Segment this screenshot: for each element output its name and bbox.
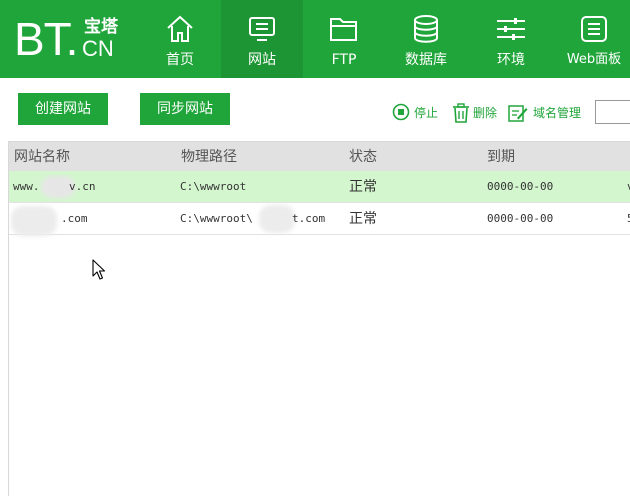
- logo-bottom-text: CN: [82, 36, 114, 61]
- nav-item-ftp[interactable]: FTP: [303, 0, 385, 78]
- delete-label: 删除: [473, 106, 498, 120]
- mouse-cursor-icon: [92, 259, 106, 280]
- table-header: 网站名称 物理路径 状态 到期: [9, 141, 630, 171]
- stop-label: 停止: [414, 106, 439, 120]
- nav-item-environment[interactable]: 环境: [470, 0, 552, 78]
- nav-label-website: 网站: [248, 52, 276, 68]
- nav-item-web-panel[interactable]: Web面板: [554, 0, 630, 78]
- site-name-suffix: .com: [61, 212, 88, 225]
- site-path-suffix: t.com: [292, 212, 326, 225]
- list-icon: [581, 16, 607, 42]
- status-link[interactable]: 正常: [349, 171, 377, 203]
- trash-icon: [453, 103, 469, 123]
- table-row[interactable]: .com C:\wwwroot\ t.com 正常 0000-00-00 5: [9, 203, 630, 236]
- nav-label-environment: 环境: [497, 52, 525, 68]
- stop-button[interactable]: 停止: [392, 102, 440, 124]
- sync-website-button[interactable]: 同步网站: [140, 93, 230, 125]
- logo-main-text: BT.: [14, 13, 78, 65]
- database-icon: [414, 15, 438, 43]
- column-header-name[interactable]: 网站名称: [14, 142, 70, 172]
- create-website-button[interactable]: 创建网站: [18, 93, 108, 125]
- nav-label-ftp: FTP: [331, 52, 357, 68]
- nav-label-home: 首页: [166, 52, 194, 68]
- column-header-expiry[interactable]: 到期: [487, 142, 515, 172]
- website-table: 网站名称 物理路径 状态 到期 www. v.cn C:\wwwroot 正常 …: [8, 141, 630, 496]
- nav-label-web-panel: Web面板: [566, 52, 622, 67]
- nav-item-database[interactable]: 数据库: [385, 0, 467, 78]
- redacted-blur: [259, 205, 295, 233]
- folder-icon: [330, 18, 357, 41]
- nav-item-website[interactable]: 网站: [221, 0, 303, 78]
- monitor-icon: [249, 17, 275, 41]
- expiry-date[interactable]: 0000-00-00: [487, 203, 553, 235]
- edit-icon: [508, 105, 528, 122]
- home-icon: [167, 15, 193, 42]
- nav-label-database: 数据库: [405, 52, 447, 68]
- site-path: C:\wwwroot: [180, 180, 247, 193]
- search-input[interactable]: [595, 100, 630, 124]
- expiry-date[interactable]: 0000-00-00: [487, 171, 553, 203]
- column-header-status[interactable]: 状态: [349, 142, 377, 172]
- domain-management-button[interactable]: 域名管理: [508, 102, 584, 124]
- domain-management-label: 域名管理: [533, 106, 582, 120]
- top-navigation-bar: BT. 宝塔 CN 首页 网站 FTP 数据库 环境 Web面板: [0, 0, 630, 78]
- stop-icon: [392, 103, 410, 121]
- redacted-blur: [11, 206, 57, 236]
- site-name-prefix: www.: [13, 180, 40, 193]
- status-link[interactable]: 正常: [349, 203, 377, 235]
- sliders-icon: [497, 18, 525, 40]
- site-path: C:\wwwroot\: [180, 212, 253, 225]
- site-name-suffix: v.cn: [69, 180, 96, 193]
- bt-logo[interactable]: BT. 宝塔 CN: [14, 14, 126, 64]
- delete-button[interactable]: 删除: [452, 102, 500, 124]
- table-row[interactable]: www. v.cn C:\wwwroot 正常 0000-00-00 v: [9, 171, 630, 203]
- logo-top-text: 宝塔: [84, 17, 118, 37]
- nav-item-home[interactable]: 首页: [139, 0, 221, 78]
- column-header-path[interactable]: 物理路径: [181, 142, 237, 172]
